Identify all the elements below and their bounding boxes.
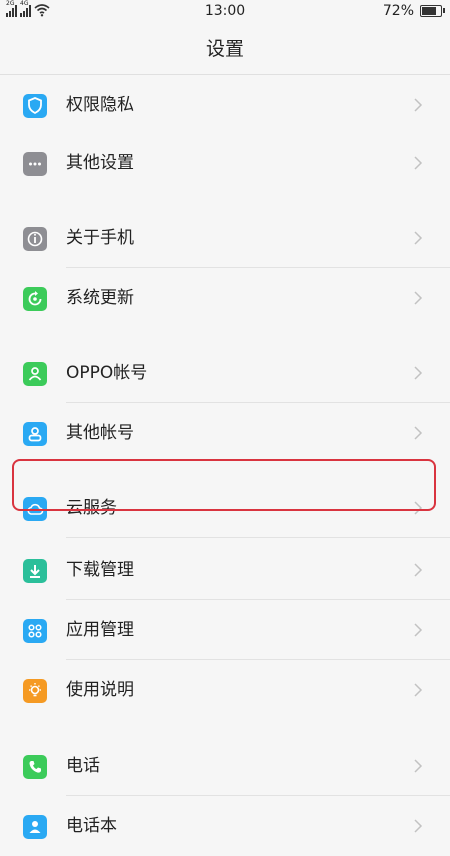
more-icon — [23, 152, 47, 176]
contacts-icon — [23, 815, 47, 839]
settings-row-app-manager[interactable]: 应用管理 — [0, 600, 450, 660]
cloud-icon — [23, 497, 47, 521]
chevron-right-icon — [414, 683, 423, 697]
person-icon — [23, 362, 47, 386]
chevron-right-icon — [414, 759, 423, 773]
phone-icon — [23, 755, 47, 779]
settings-row-download-manager[interactable]: 下载管理 — [0, 540, 450, 600]
chevron-right-icon — [414, 623, 423, 637]
status-bar: 2G 4G 13:00 72% — [0, 0, 450, 24]
download-icon — [23, 559, 47, 583]
settings-row-label: 云服务 — [66, 498, 117, 518]
chevron-right-icon — [414, 366, 423, 380]
chevron-right-icon — [414, 563, 423, 577]
settings-row-cloud-service[interactable]: 云服务 — [0, 478, 450, 538]
settings-row-other-settings[interactable]: 其他设置 — [0, 133, 450, 193]
chevron-right-icon — [414, 231, 423, 245]
settings-row-label: 电话 — [66, 756, 100, 776]
settings-row-label: 其他帐号 — [66, 423, 134, 443]
info-icon — [23, 227, 47, 251]
chevron-right-icon — [414, 819, 423, 833]
settings-row-label: OPPO帐号 — [66, 363, 148, 383]
battery-indicator: 72% — [382, 3, 445, 19]
update-icon — [23, 287, 47, 311]
chevron-right-icon — [414, 291, 423, 305]
settings-row-label: 电话本 — [66, 816, 117, 836]
settings-row-permissions-privacy[interactable]: 权限隐私 — [0, 75, 450, 135]
chevron-right-icon — [414, 156, 423, 170]
lightbulb-icon — [23, 679, 47, 703]
row-divider — [66, 537, 450, 538]
settings-row-label: 其他设置 — [66, 153, 134, 173]
settings-row-user-guide[interactable]: 使用说明 — [0, 660, 450, 720]
battery-icon — [420, 5, 445, 17]
chevron-right-icon — [414, 426, 423, 440]
page-title: 设置 — [0, 24, 450, 75]
settings-row-label: 关于手机 — [66, 228, 134, 248]
settings-row-oppo-account[interactable]: OPPO帐号 — [0, 343, 450, 403]
settings-row-contacts[interactable]: 电话本 — [0, 796, 450, 856]
settings-row-about-phone[interactable]: 关于手机 — [0, 208, 450, 268]
battery-percent: 72% — [382, 3, 414, 19]
account-icon — [23, 422, 47, 446]
shield-icon — [23, 94, 47, 118]
settings-row-label: 系统更新 — [66, 288, 134, 308]
chevron-right-icon — [414, 501, 423, 515]
settings-row-phone[interactable]: 电话 — [0, 736, 450, 796]
settings-row-other-accounts[interactable]: 其他帐号 — [0, 403, 450, 463]
settings-row-label: 使用说明 — [66, 680, 134, 700]
settings-row-label: 应用管理 — [66, 620, 134, 640]
settings-row-system-update[interactable]: 系统更新 — [0, 268, 450, 328]
apps-icon — [23, 619, 47, 643]
settings-row-label: 下载管理 — [66, 560, 134, 580]
chevron-right-icon — [414, 98, 423, 112]
settings-row-label: 权限隐私 — [66, 95, 134, 115]
